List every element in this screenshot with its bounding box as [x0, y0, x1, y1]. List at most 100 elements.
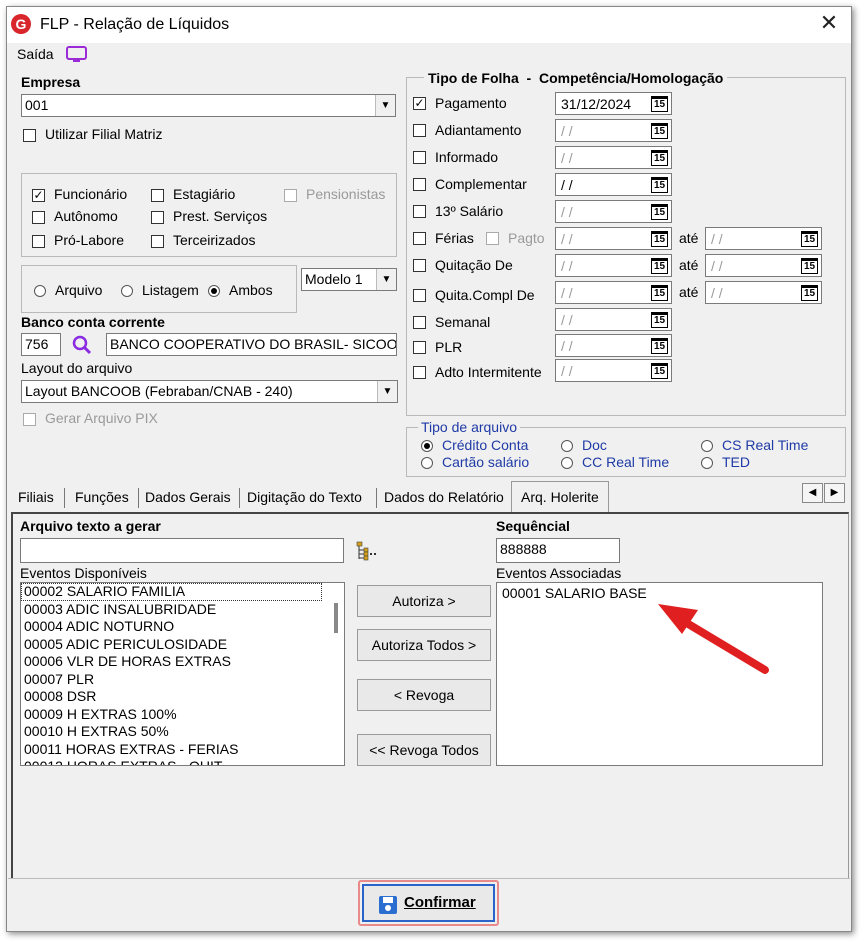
quita-compl-date-from[interactable]: / / 15 [555, 281, 672, 304]
list-item[interactable]: 00005 ADIC PERICULOSIDADE [21, 636, 344, 654]
list-item[interactable]: 00007 PLR [21, 671, 344, 689]
adto-intermitente-date[interactable]: / / 15 [555, 359, 672, 382]
ferias-date-to[interactable]: / / 15 [705, 227, 822, 250]
plr-date[interactable]: / / 15 [555, 334, 672, 357]
credito-conta-radio[interactable] [421, 440, 433, 452]
list-item[interactable]: 00004 ADIC NOTURNO [21, 618, 344, 636]
list-item[interactable]: 00011 HORAS EXTRAS - FERIAS [21, 741, 344, 759]
semanal-date[interactable]: / / 15 [555, 308, 672, 331]
quitacao-checkbox[interactable] [413, 259, 426, 272]
quita-compl-checkbox[interactable] [413, 289, 426, 302]
adiantamento-checkbox[interactable] [413, 124, 426, 137]
list-item[interactable]: 00002 SALARIO FAMILIA [21, 583, 322, 601]
tab-arq-holerite[interactable]: Arq. Holerite [521, 485, 599, 511]
adto-intermitente-checkbox[interactable] [413, 366, 426, 379]
pro-labore-checkbox[interactable] [32, 235, 45, 248]
decimo-date[interactable]: / / 15 [555, 200, 672, 223]
calendar-icon[interactable]: 15 [651, 363, 668, 379]
folder-tree-icon[interactable] [355, 540, 377, 562]
chevron-down-icon[interactable]: ▼ [376, 269, 396, 290]
tab-digitacao-texto[interactable]: Digitação do Texto [247, 485, 362, 511]
pagamento-checkbox[interactable]: ✓ [413, 97, 426, 110]
arquivo-radio[interactable] [34, 285, 46, 297]
eventos-disponiveis-list[interactable]: 00002 SALARIO FAMILIA 00003 ADIC INSALUB… [20, 582, 345, 766]
calendar-icon[interactable]: 15 [651, 150, 668, 166]
empresa-select[interactable]: 001 ▼ [21, 94, 396, 117]
calendar-icon[interactable]: 15 [651, 231, 668, 247]
ambos-radio[interactable] [208, 285, 220, 297]
autoriza-todos-button[interactable]: Autoriza Todos > [357, 629, 491, 661]
calendar-icon[interactable]: 15 [801, 231, 818, 247]
calendar-icon[interactable]: 15 [651, 285, 668, 301]
tipo-folha-header: Tipo de Folha - Competência/Homologação [424, 70, 728, 86]
tab-funcoes[interactable]: Funções [75, 485, 129, 511]
tab-scroll-left-icon[interactable]: ◀ [802, 483, 823, 503]
search-icon[interactable] [72, 335, 92, 355]
layout-select[interactable]: Layout BANCOOB (Febraban/CNAB - 240) ▼ [21, 380, 398, 403]
list-item[interactable]: 00008 DSR [21, 688, 344, 706]
calendar-icon[interactable]: 15 [651, 204, 668, 220]
tab-dados-gerais[interactable]: Dados Gerais [145, 485, 231, 511]
calendar-icon[interactable]: 15 [801, 285, 818, 301]
listagem-radio[interactable] [121, 285, 133, 297]
tab-filiais[interactable]: Filiais [18, 485, 54, 511]
monitor-icon[interactable] [66, 46, 87, 62]
prest-servicos-checkbox[interactable] [151, 211, 164, 224]
menu-saida[interactable]: Saída [17, 46, 54, 62]
complementar-checkbox[interactable] [413, 178, 426, 191]
plr-checkbox[interactable] [413, 341, 426, 354]
scrollbar-thumb[interactable] [334, 603, 338, 633]
sequencial-input[interactable]: 888888 [496, 538, 620, 563]
adiantamento-date[interactable]: / / 15 [555, 119, 672, 142]
list-item[interactable]: 00003 ADIC INSALUBRIDADE [21, 601, 344, 619]
estagiario-checkbox[interactable] [151, 189, 164, 202]
revoga-button[interactable]: < Revoga [357, 679, 491, 711]
decimo-checkbox[interactable] [413, 205, 426, 218]
informado-date[interactable]: / / 15 [555, 146, 672, 169]
tab-scroll-right-icon[interactable]: ▶ [824, 483, 845, 503]
calendar-icon[interactable]: 15 [651, 177, 668, 193]
ferias-checkbox[interactable] [413, 232, 426, 245]
confirmar-button[interactable]: Confirmar [362, 884, 495, 922]
calendar-icon[interactable]: 15 [651, 96, 668, 112]
quitacao-date-from[interactable]: / / 15 [555, 254, 672, 277]
pagamento-date[interactable]: 31/12/2024 15 [555, 92, 672, 115]
calendar-icon[interactable]: 15 [651, 258, 668, 274]
modelo-select[interactable]: Modelo 1 ▼ [301, 268, 397, 291]
quitacao-date-to[interactable]: / / 15 [705, 254, 822, 277]
list-item[interactable]: 00009 H EXTRAS 100% [21, 706, 344, 724]
calendar-icon[interactable]: 15 [801, 258, 818, 274]
informado-checkbox[interactable] [413, 151, 426, 164]
banco-codigo-input[interactable]: 756 [21, 333, 61, 356]
revoga-todos-button[interactable]: << Revoga Todos [357, 734, 491, 766]
ted-radio[interactable] [701, 457, 713, 469]
complementar-date[interactable]: / / 15 [555, 173, 672, 196]
ate-label: até [679, 284, 699, 300]
doc-radio[interactable] [561, 440, 573, 452]
autoriza-button[interactable]: Autoriza > [357, 585, 491, 617]
arquivo-texto-input[interactable] [20, 538, 344, 563]
tab-dados-relatorio[interactable]: Dados do Relatório [384, 485, 504, 511]
chevron-down-icon[interactable]: ▼ [377, 381, 397, 402]
chevron-down-icon[interactable]: ▼ [375, 95, 395, 116]
utilizar-filial-checkbox[interactable] [23, 129, 36, 142]
list-item[interactable]: 00006 VLR DE HORAS EXTRAS [21, 653, 344, 671]
cc-real-time-radio[interactable] [561, 457, 573, 469]
list-item[interactable]: 00012 HORAS EXTRAS - QUIT [21, 758, 344, 765]
funcionario-checkbox[interactable]: ✓ [32, 189, 45, 202]
autonomo-checkbox[interactable] [32, 211, 45, 224]
terceirizados-checkbox[interactable] [151, 235, 164, 248]
cartao-salario-radio[interactable] [421, 457, 433, 469]
cs-real-time-radio[interactable] [701, 440, 713, 452]
semanal-label: Semanal [435, 314, 491, 330]
informado-label: Informado [435, 149, 499, 165]
semanal-checkbox[interactable] [413, 316, 426, 329]
close-icon[interactable]: ✕ [817, 12, 841, 36]
calendar-icon[interactable]: 15 [651, 123, 668, 139]
banco-nome-input[interactable]: BANCO COOPERATIVO DO BRASIL- SICOOB [106, 333, 397, 356]
quita-compl-date-to[interactable]: / / 15 [705, 281, 822, 304]
ferias-date-from[interactable]: / / 15 [555, 227, 672, 250]
calendar-icon[interactable]: 15 [651, 338, 668, 354]
calendar-icon[interactable]: 15 [651, 312, 668, 328]
list-item[interactable]: 00010 H EXTRAS 50% [21, 723, 344, 741]
